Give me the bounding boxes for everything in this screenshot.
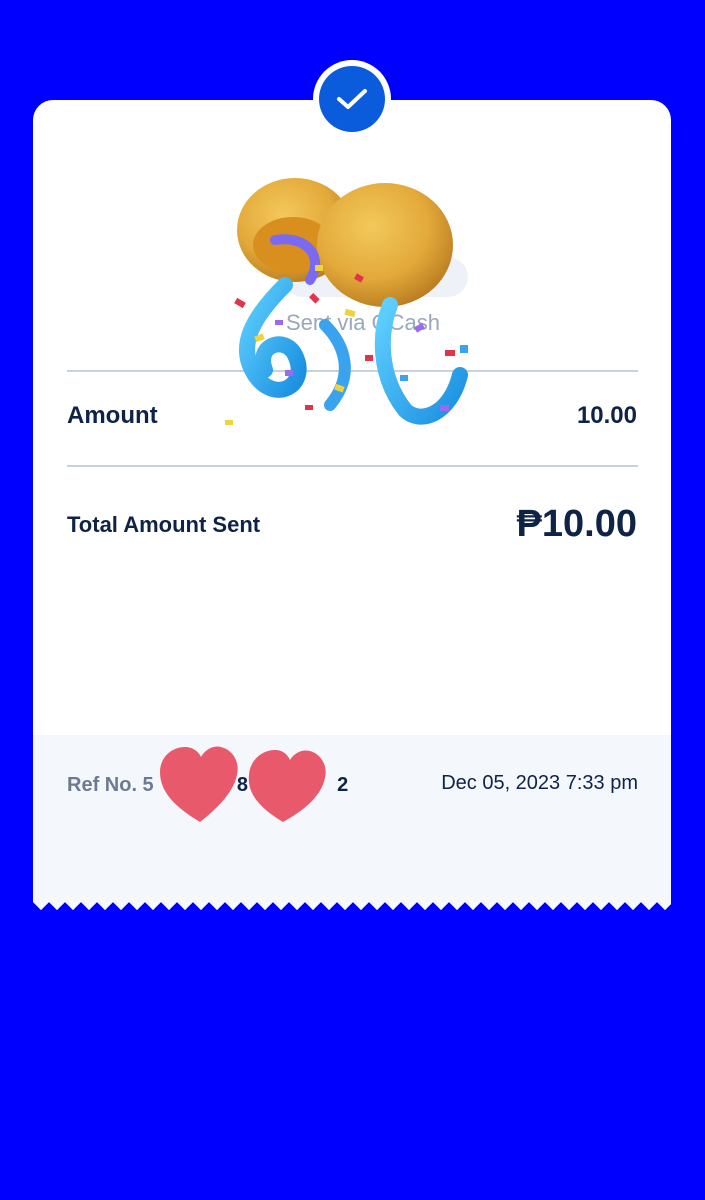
ref-partial-2: 2	[337, 774, 349, 796]
divider-middle	[67, 465, 638, 467]
success-check-badge	[313, 60, 391, 138]
total-amount-value: ₱10.00	[516, 503, 637, 545]
hearts-sticker	[160, 746, 326, 822]
total-amount-label: Total Amount Sent	[67, 512, 261, 537]
transaction-date: Dec 05, 2023 7:33 pm	[441, 772, 638, 794]
party-popper-sticker	[225, 178, 468, 425]
receipt-footer: Ref No. 5 8 2 Dec 05, 2023 7:33 pm	[33, 735, 671, 912]
ref-label-text: Ref No. 5	[67, 774, 154, 796]
receipt-zigzag-edge	[33, 896, 671, 912]
checkmark-icon	[319, 66, 385, 132]
amount-value: 10.00	[576, 402, 637, 429]
amount-label: Amount	[67, 402, 158, 429]
